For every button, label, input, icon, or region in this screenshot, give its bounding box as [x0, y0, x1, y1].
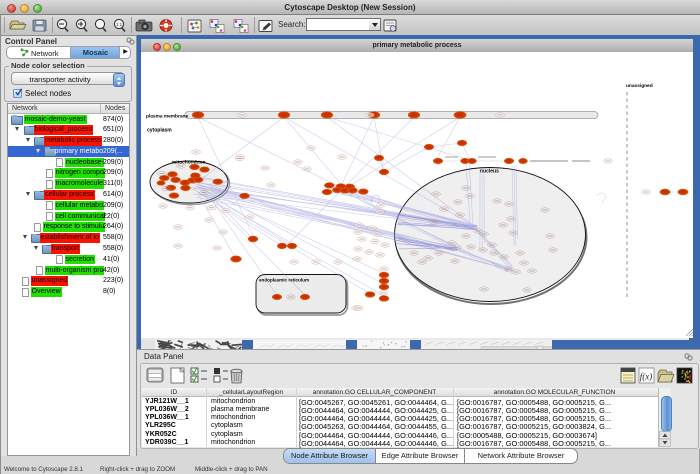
svg-text:nucleus: nucleus: [480, 169, 499, 175]
svg-text:cytoplasm: cytoplasm: [147, 128, 172, 134]
svg-text:unassigned: unassigned: [626, 83, 653, 89]
svg-text:plasma membrane: plasma membrane: [146, 114, 188, 120]
svg-text:1:1: 1:1: [116, 22, 123, 27]
svg-text:f(x): f(x): [640, 372, 653, 382]
